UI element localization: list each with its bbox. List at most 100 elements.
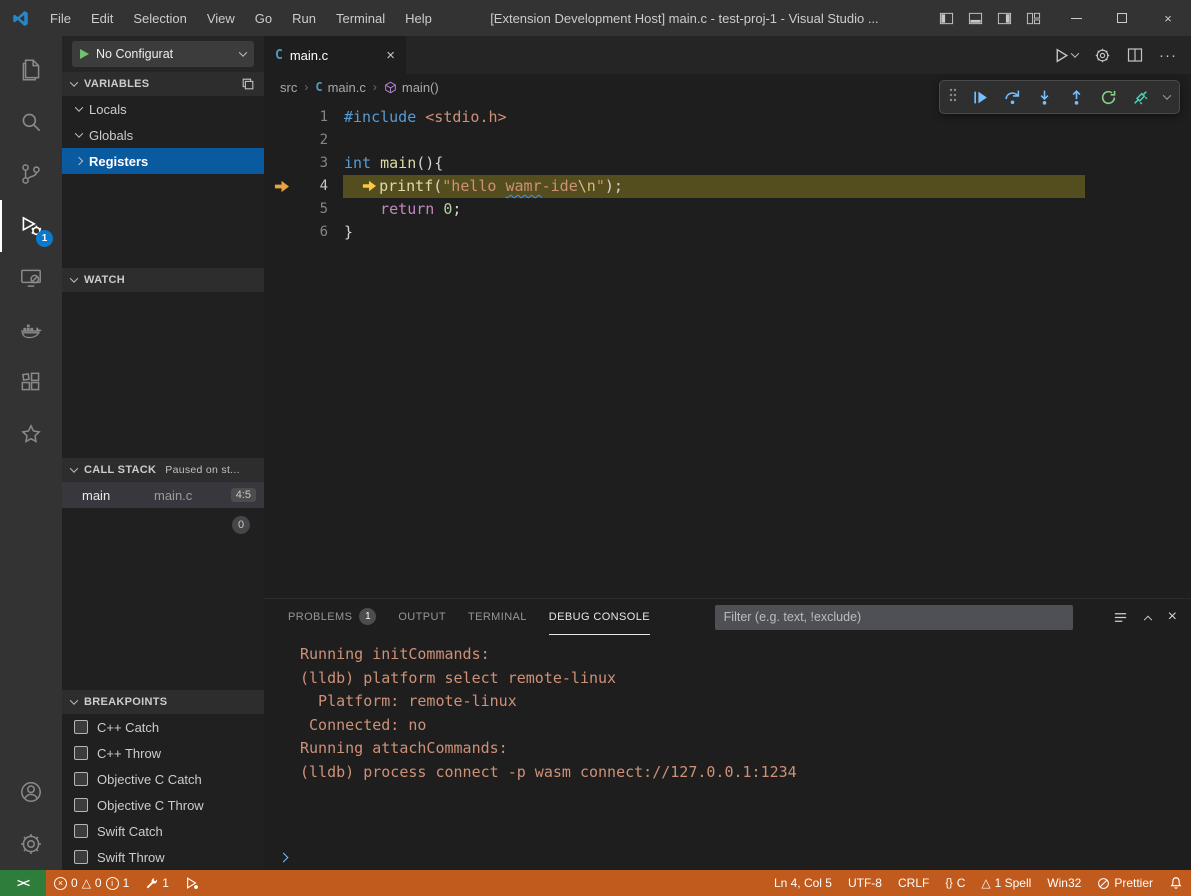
- breakpoint-row-swift-catch[interactable]: Swift Catch: [62, 818, 264, 844]
- cursor-position[interactable]: Ln 4, Col 5: [766, 870, 840, 896]
- platform-indicator[interactable]: Win32: [1039, 870, 1089, 896]
- watch-header[interactable]: WATCH: [62, 268, 264, 292]
- sidebar-item-run-debug[interactable]: 1: [0, 200, 62, 252]
- close-panel-icon[interactable]: ×: [1168, 608, 1177, 626]
- spell-checker-status[interactable]: △ 1 Spell: [973, 870, 1039, 896]
- encoding-indicator[interactable]: UTF-8: [840, 870, 890, 896]
- execution-pointer-icon[interactable]: [264, 175, 298, 198]
- menu-terminal[interactable]: Terminal: [326, 0, 395, 36]
- breakpoint-row-cpp-catch[interactable]: C++ Catch: [62, 714, 264, 740]
- console-input-row[interactable]: [264, 844, 1191, 870]
- breakpoint-row-cpp-throw[interactable]: C++ Throw: [62, 740, 264, 766]
- breakpoint-row-swift-throw[interactable]: Swift Throw: [62, 844, 264, 870]
- menu-file[interactable]: File: [40, 0, 81, 36]
- restart-button[interactable]: [1100, 89, 1117, 106]
- breakpoint-row-objc-throw[interactable]: Objective C Throw: [62, 792, 264, 818]
- menu-selection[interactable]: Selection: [123, 0, 196, 36]
- account-button[interactable]: [0, 766, 62, 818]
- eol-indicator[interactable]: CRLF: [890, 870, 937, 896]
- more-actions-icon[interactable]: ···: [1159, 47, 1177, 64]
- code-line-5[interactable]: 5 return 0;: [264, 198, 1191, 221]
- start-debug-icon[interactable]: [80, 49, 89, 59]
- debug-config-dropdown[interactable]: No Configurat: [72, 41, 254, 67]
- sidebar-item-source-control[interactable]: [0, 148, 62, 200]
- output-lines-icon[interactable]: [1113, 610, 1128, 625]
- breakpoints-header[interactable]: BREAKPOINTS: [62, 690, 264, 714]
- gripper-icon[interactable]: [949, 87, 957, 108]
- breakpoint-checkbox[interactable]: [74, 798, 88, 812]
- toggle-secondary-sidebar-icon[interactable]: [997, 11, 1012, 26]
- variables-item-globals[interactable]: Globals: [62, 122, 264, 148]
- sidebar-item-extensions[interactable]: [0, 356, 62, 408]
- console-filter-input[interactable]: [715, 605, 1073, 630]
- tab-close-icon[interactable]: ×: [386, 47, 395, 64]
- breakpoint-checkbox[interactable]: [74, 772, 88, 786]
- code-line-6[interactable]: 6}: [264, 221, 1191, 244]
- tab-debug-console[interactable]: DEBUG CONSOLE: [549, 599, 650, 635]
- menu-run[interactable]: Run: [282, 0, 326, 36]
- sidebar-item-search[interactable]: [0, 96, 62, 148]
- chevron-down-icon[interactable]: [1163, 91, 1171, 99]
- stack-frame-row[interactable]: main main.c 4:5: [62, 482, 264, 508]
- tab-terminal[interactable]: TERMINAL: [468, 599, 527, 635]
- variables-item-locals[interactable]: Locals: [62, 96, 264, 122]
- breakpoint-checkbox[interactable]: [74, 720, 88, 734]
- glyph-margin[interactable]: [264, 129, 298, 152]
- glyph-margin[interactable]: [264, 152, 298, 175]
- settings-button[interactable]: [0, 818, 62, 870]
- glyph-margin[interactable]: [264, 106, 298, 129]
- sidebar-item-remote-explorer[interactable]: [0, 252, 62, 304]
- language-mode[interactable]: {} C: [937, 870, 973, 896]
- breakpoint-checkbox[interactable]: [74, 746, 88, 760]
- gear-icon[interactable]: [1094, 47, 1111, 64]
- run-menu-button[interactable]: [1053, 47, 1078, 64]
- debug-console-output[interactable]: Running initCommands: (lldb) platform se…: [264, 635, 1191, 844]
- tools-status[interactable]: 1: [137, 870, 177, 896]
- variables-item-registers[interactable]: Registers: [62, 148, 264, 174]
- debug-status[interactable]: [177, 870, 207, 896]
- call-stack-header[interactable]: CALL STACK Paused on st...: [62, 458, 264, 482]
- minimize-button[interactable]: [1053, 0, 1099, 36]
- disconnect-button[interactable]: [1132, 89, 1149, 106]
- tab-output[interactable]: OUTPUT: [398, 599, 446, 635]
- menu-view[interactable]: View: [197, 0, 245, 36]
- maximize-panel-icon[interactable]: [1143, 616, 1151, 624]
- glyph-margin[interactable]: [264, 198, 298, 221]
- breadcrumb-main-c[interactable]: C main.c: [315, 80, 366, 95]
- close-button[interactable]: ×: [1145, 0, 1191, 36]
- split-editor-icon[interactable]: [1127, 47, 1143, 63]
- variables-header[interactable]: VARIABLES: [62, 72, 264, 96]
- maximize-button[interactable]: [1099, 0, 1145, 36]
- tab-problems[interactable]: PROBLEMS 1: [288, 599, 376, 635]
- breakpoint-checkbox[interactable]: [74, 824, 88, 838]
- glyph-margin[interactable]: [264, 221, 298, 244]
- problems-status[interactable]: ×0 △0 i1: [46, 870, 137, 896]
- menu-edit[interactable]: Edit: [81, 0, 123, 36]
- sidebar-item-favorites[interactable]: [0, 408, 62, 460]
- step-out-button[interactable]: [1068, 89, 1085, 106]
- notifications-button[interactable]: [1161, 870, 1191, 896]
- code-line-4[interactable]: 4 printf("hello wamr-ide\n");: [264, 175, 1191, 198]
- step-over-button[interactable]: [1004, 89, 1021, 106]
- code-line-3[interactable]: 3int main(){: [264, 152, 1191, 175]
- sidebar-item-explorer[interactable]: [0, 44, 62, 96]
- customize-layout-icon[interactable]: [1026, 11, 1041, 26]
- breakpoint-checkbox[interactable]: [74, 850, 88, 864]
- continue-button[interactable]: [972, 89, 989, 106]
- breadcrumb-src[interactable]: src: [280, 80, 297, 95]
- tab-main-c[interactable]: C main.c ×: [264, 36, 406, 74]
- toggle-sidebar-icon[interactable]: [939, 11, 954, 26]
- menu-go[interactable]: Go: [245, 0, 282, 36]
- breadcrumb-main-fn[interactable]: main(): [384, 80, 439, 95]
- chevron-down-icon: [70, 696, 78, 704]
- toggle-panel-icon[interactable]: [968, 11, 983, 26]
- step-into-button[interactable]: [1036, 89, 1053, 106]
- code-line-2[interactable]: 2: [264, 129, 1191, 152]
- formatter-status[interactable]: Prettier: [1089, 870, 1161, 896]
- breakpoint-row-objc-catch[interactable]: Objective C Catch: [62, 766, 264, 792]
- sidebar-item-docker[interactable]: [0, 304, 62, 356]
- copy-icon[interactable]: [241, 77, 255, 91]
- code-editor[interactable]: 1#include <stdio.h>23int main(){4 printf…: [264, 100, 1191, 598]
- menu-help[interactable]: Help: [395, 0, 442, 36]
- remote-indicator-button[interactable]: ><: [0, 870, 46, 896]
